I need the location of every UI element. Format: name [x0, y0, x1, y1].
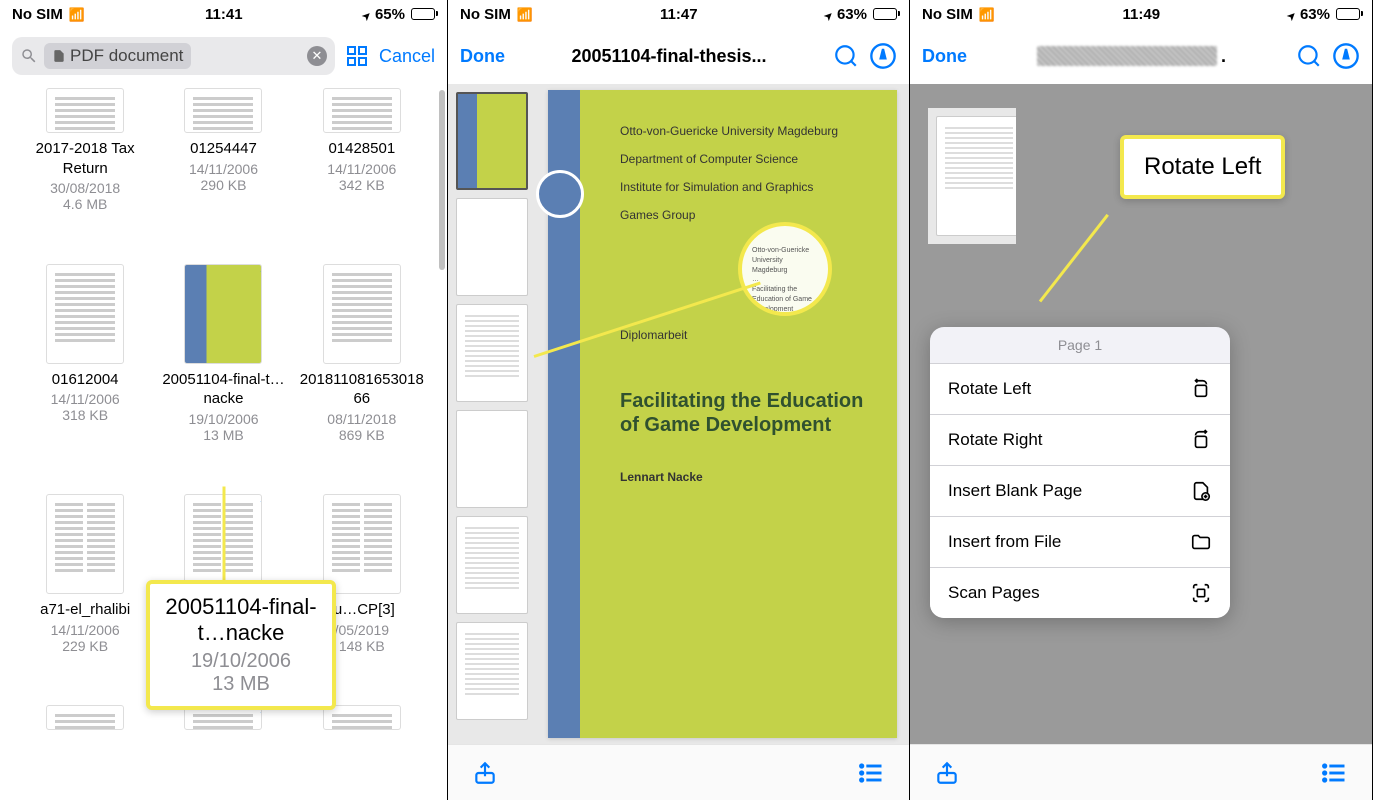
clock: 11:49: [1123, 6, 1161, 23]
rotate-left-icon: [1190, 378, 1212, 400]
search-filter-chip[interactable]: PDF document: [44, 43, 191, 69]
file-item[interactable]: a71-el_rhalibi 14/11/2006 229 KB: [20, 494, 150, 687]
file-item[interactable]: ☁: [158, 705, 288, 770]
wifi-icon: [979, 6, 995, 23]
battery-icon: [873, 8, 897, 20]
battery-percent: 65%: [375, 6, 405, 23]
status-bar: No SIM 11:47 63%: [448, 0, 909, 28]
page-thumbnail[interactable]: [936, 116, 1016, 236]
file-thumbnail: [323, 88, 401, 133]
annotation-line: [223, 487, 226, 587]
pdf-viewer-screen: No SIM 11:47 63% Done 20051104-final-the…: [448, 0, 910, 800]
file-item[interactable]: 01254447 14/11/2006 290 KB: [158, 88, 288, 246]
file-item[interactable]: 2017-2018 Tax Return 30/08/2018 4.6 MB: [20, 88, 150, 246]
carrier-text: No SIM: [12, 6, 63, 23]
search-icon[interactable]: [1296, 43, 1322, 69]
clear-search-button[interactable]: ✕: [307, 46, 327, 66]
page-thumbnail-sidebar[interactable]: [448, 84, 536, 744]
done-button[interactable]: Done: [922, 46, 967, 67]
page-thumbnail[interactable]: [456, 622, 528, 720]
file-item[interactable]: 01612004 14/11/2006 318 KB: [20, 264, 150, 477]
file-thumbnail: [323, 494, 401, 594]
folder-icon: [1190, 531, 1212, 553]
file-item[interactable]: [20, 705, 150, 770]
menu-item-rotate-left[interactable]: Rotate Left: [930, 364, 1230, 415]
carrier-text: No SIM: [922, 6, 973, 23]
file-item[interactable]: [297, 705, 427, 770]
insert-page-icon: [1190, 480, 1212, 502]
file-thumbnail: ☁: [184, 264, 262, 364]
clock: 11:41: [205, 6, 243, 23]
bottom-toolbar: [910, 744, 1372, 800]
file-thumbnail: [184, 88, 262, 133]
location-icon: [825, 6, 833, 23]
page-thumbnail-sidebar[interactable]: [928, 108, 1016, 244]
pdf-content-area[interactable]: Otto-von-Guericke University Magdeburg D…: [448, 84, 909, 744]
share-icon[interactable]: [472, 760, 498, 786]
file-callout: 20051104-final-t…nacke 19/10/2006 13 MB: [146, 580, 336, 710]
menu-header: Page 1: [930, 327, 1230, 364]
scan-icon: [1190, 582, 1212, 604]
location-icon: [363, 6, 371, 23]
status-bar: No SIM 11:49 63%: [910, 0, 1372, 28]
list-icon[interactable]: [1320, 759, 1348, 787]
markup-icon[interactable]: [1332, 42, 1360, 70]
page-thumbnail[interactable]: [456, 198, 528, 296]
battery-percent: 63%: [837, 6, 867, 23]
rotate-left-callout: Rotate Left: [1120, 135, 1285, 199]
page-thumbnail[interactable]: [456, 92, 528, 190]
search-icon: [20, 47, 38, 65]
file-thumbnail: [46, 494, 124, 594]
bottom-toolbar: [448, 744, 909, 800]
cloud-download-icon: ☁: [259, 264, 262, 277]
clock: 11:47: [660, 6, 698, 23]
battery-icon: [411, 8, 435, 20]
search-icon[interactable]: [833, 43, 859, 69]
markup-icon[interactable]: [869, 42, 897, 70]
page-context-menu: Page 1 Rotate Left Rotate Right Insert B…: [930, 327, 1230, 618]
menu-item-scan-pages[interactable]: Scan Pages: [930, 568, 1230, 618]
file-thumbnail: [323, 705, 401, 730]
file-item[interactable]: 01428501 14/11/2006 342 KB: [297, 88, 427, 246]
file-item[interactable]: 20181108165301866 08/11/2018 869 KB: [297, 264, 427, 477]
viewer-nav-bar: Done .: [910, 28, 1372, 84]
cancel-button[interactable]: Cancel: [379, 46, 435, 67]
file-thumbnail: [323, 264, 401, 364]
menu-item-rotate-right[interactable]: Rotate Right: [930, 415, 1230, 466]
viewer-nav-bar: Done 20051104-final-thesis...: [448, 28, 909, 84]
rotate-right-icon: [1190, 429, 1212, 451]
cloud-download-icon: ☁: [259, 494, 262, 507]
battery-percent: 63%: [1300, 6, 1330, 23]
done-button[interactable]: Done: [460, 46, 505, 67]
scrollbar[interactable]: [439, 90, 445, 270]
pdf-context-menu-screen: No SIM 11:49 63% Done . Page 1 Rotate Le…: [910, 0, 1373, 800]
page-thumbnail[interactable]: [456, 304, 528, 402]
file-thumbnail: [46, 705, 124, 730]
menu-item-insert-file[interactable]: Insert from File: [930, 517, 1230, 568]
battery-icon: [1336, 8, 1360, 20]
pdf-page[interactable]: Otto-von-Guericke University Magdeburg D…: [548, 90, 897, 738]
redacted-title: [1037, 46, 1217, 66]
share-icon[interactable]: [934, 760, 960, 786]
document-title: 20051104-final-thesis...: [515, 46, 823, 67]
search-nav-bar: PDF document ✕ Cancel: [0, 28, 447, 84]
page-thumbnail[interactable]: [456, 516, 528, 614]
location-icon: [1288, 6, 1296, 23]
status-bar: No SIM 11:41 65%: [0, 0, 447, 28]
file-thumbnail: [46, 88, 124, 133]
page-thumbnail[interactable]: [456, 410, 528, 508]
wifi-icon: [517, 6, 533, 23]
search-input[interactable]: PDF document ✕: [12, 37, 335, 75]
wifi-icon: [69, 6, 85, 23]
annotation-circle: Otto-von-Guericke University Magdeburg…F…: [738, 222, 832, 316]
university-seal-icon: [536, 170, 584, 218]
file-thumbnail: [46, 264, 124, 364]
carrier-text: No SIM: [460, 6, 511, 23]
file-item[interactable]: ☁ 20051104-final-t…nacke 19/10/2006 13 M…: [158, 264, 288, 477]
layout-toggle-button[interactable]: [345, 44, 369, 68]
menu-item-insert-blank[interactable]: Insert Blank Page: [930, 466, 1230, 517]
list-icon[interactable]: [857, 759, 885, 787]
files-browser-screen: No SIM 11:41 65% PDF document ✕ Cancel 2…: [0, 0, 448, 800]
